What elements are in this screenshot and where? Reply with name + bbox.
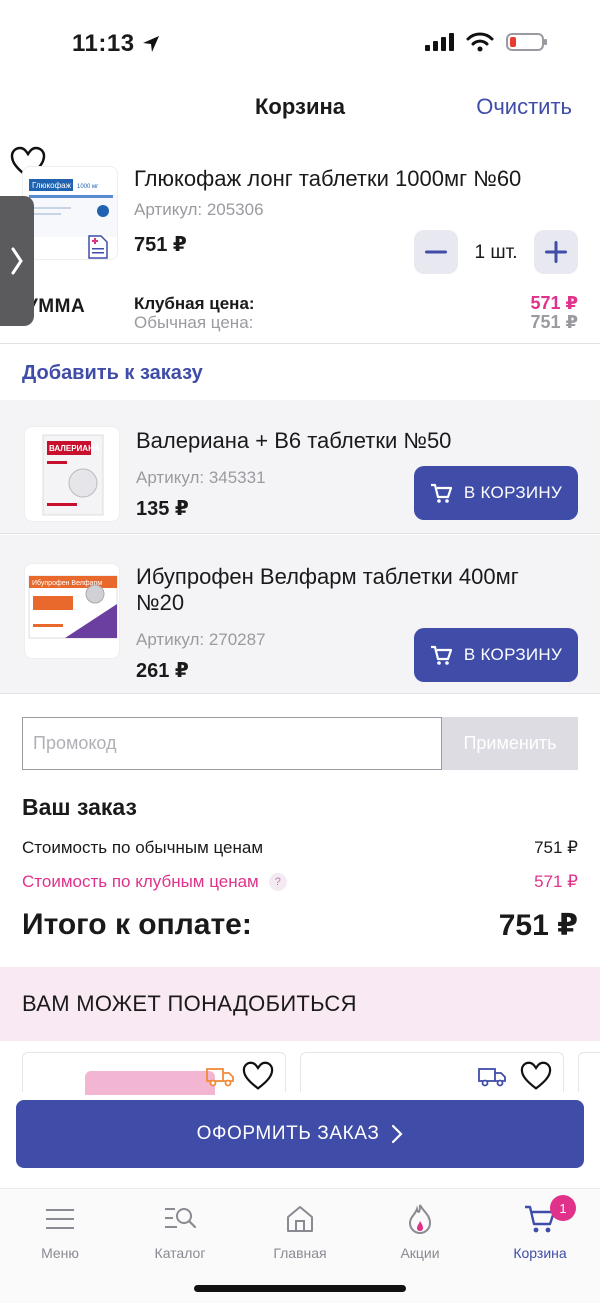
heart-icon[interactable] (519, 1061, 553, 1091)
product-sku: Артикул: 270287 (136, 630, 266, 649)
home-icon (287, 1206, 313, 1232)
header: Корзина Очистить (0, 88, 600, 132)
prescription-document-icon (88, 235, 108, 259)
regular-price-label: Обычная цена: (134, 313, 254, 332)
promo-flame-icon (408, 1204, 432, 1235)
tab-label: Корзина (513, 1245, 567, 1261)
add-to-order-title: Добавить к заказу (22, 362, 203, 384)
plus-icon (545, 241, 567, 263)
tab-label: Каталог (154, 1245, 206, 1261)
tab-label: Главная (273, 1245, 327, 1261)
tab-promotions[interactable]: Акции (360, 1199, 480, 1261)
regular-total-label: Стоимость по обычным ценам (22, 838, 264, 857)
suggestions-title: ВАМ МОЖЕТ ПОНАДОБИТЬСЯ (22, 991, 357, 1016)
recommended-item: ВАЛЕРИАНА Валериана + В6 таблетки №50 Ар… (0, 400, 600, 534)
tab-cart[interactable]: 1 Корзина (480, 1195, 600, 1261)
location-arrow-icon (142, 36, 159, 52)
chevron-right-icon (392, 1124, 403, 1144)
grand-total-value: 751 ₽ (498, 909, 578, 942)
heart-icon[interactable] (241, 1061, 275, 1091)
product-image[interactable]: ВАЛЕРИАНА (24, 426, 120, 522)
checkout-button[interactable]: ОФОРМИТЬ ЗАКАЗ (16, 1100, 584, 1168)
status-bar: 11:13 (0, 0, 600, 88)
cart-item: Глюкофаж лонг 1000 мг Глюкофаж лонг табл… (0, 146, 600, 344)
club-price-label: Клубная цена: (134, 294, 255, 313)
clear-cart-button[interactable]: Очистить (476, 94, 572, 120)
tab-label: Акции (400, 1245, 440, 1261)
grand-total-label: Итого к оплате: (22, 908, 252, 941)
catalog-icon (165, 1208, 196, 1229)
regular-price-value: 751 ₽ (530, 312, 578, 332)
quantity-value: 1 шт. (474, 242, 518, 263)
club-total-value: 571 ₽ (534, 872, 578, 891)
club-total-text: Стоимость по клубным ценам (22, 872, 259, 891)
delivery-truck-icon (478, 1068, 506, 1087)
menu-icon (46, 1209, 74, 1229)
checkout-label: ОФОРМИТЬ ЗАКАЗ (196, 1123, 380, 1144)
add-to-cart-button[interactable]: В КОРЗИНУ (414, 628, 578, 682)
battery-low-icon (506, 33, 547, 51)
tab-menu[interactable]: Меню (0, 1199, 120, 1261)
quantity-decrease-button[interactable] (414, 230, 458, 274)
suggestion-card[interactable] (22, 1052, 286, 1095)
home-indicator (194, 1285, 406, 1292)
regular-total-value: 751 ₽ (534, 838, 578, 857)
product-image (85, 1071, 215, 1095)
order-summary-title: Ваш заказ (22, 794, 137, 820)
delivery-truck-icon (206, 1068, 234, 1087)
product-sku: Артикул: 205306 (134, 200, 264, 219)
quantity-increase-button[interactable] (534, 230, 578, 274)
add-to-cart-button[interactable]: В КОРЗИНУ (414, 466, 578, 520)
help-icon[interactable]: ? (268, 873, 287, 891)
side-drawer-handle[interactable] (0, 196, 34, 326)
cart-icon (430, 483, 452, 503)
product-image-dose: 1000 мг (77, 184, 99, 190)
product-price: 261 ₽ (136, 660, 189, 682)
product-title[interactable]: Глюкофаж лонг таблетки 1000мг №60 (134, 166, 521, 192)
product-title[interactable]: Валериана + В6 таблетки №50 (136, 428, 566, 454)
product-price: 751 ₽ (134, 234, 187, 256)
tab-label: Меню (41, 1245, 79, 1261)
club-price-value: 571 ₽ (530, 293, 578, 313)
clock: 11:13 (72, 30, 161, 58)
chevron-right-icon (11, 247, 23, 275)
promo-code-input[interactable]: Промокод (22, 717, 442, 770)
tab-catalog[interactable]: Каталог (120, 1199, 240, 1261)
add-to-cart-label: В КОРЗИНУ (463, 645, 563, 664)
apply-promo-button[interactable]: Применить (442, 717, 578, 770)
suggestion-card[interactable] (300, 1052, 564, 1092)
suggestion-card[interactable] (578, 1052, 600, 1092)
cart-icon (430, 645, 452, 665)
cart-count-badge: 1 (550, 1195, 576, 1221)
club-total-label: Стоимость по клубным ценам ? (22, 872, 287, 892)
product-price: 135 ₽ (136, 498, 189, 520)
recommended-item: Ибупрофен Велфарм Ибупрофен Велфарм табл… (0, 535, 600, 694)
tab-home[interactable]: Главная (240, 1199, 360, 1261)
product-image[interactable]: Ибупрофен Велфарм (24, 563, 120, 659)
add-to-cart-label: В КОРЗИНУ (463, 483, 563, 502)
product-sku: Артикул: 345331 (136, 468, 266, 487)
product-title[interactable]: Ибупрофен Велфарм таблетки 400мг №20 (136, 564, 566, 616)
wifi-icon (466, 32, 494, 52)
minus-icon (425, 250, 447, 254)
suggestions-section: ВАМ МОЖЕТ ПОНАДОБИТЬСЯ (0, 967, 600, 1041)
cellular-signal-icon (425, 33, 454, 51)
product-image-brand: ВАЛЕРИАНА (49, 444, 100, 453)
